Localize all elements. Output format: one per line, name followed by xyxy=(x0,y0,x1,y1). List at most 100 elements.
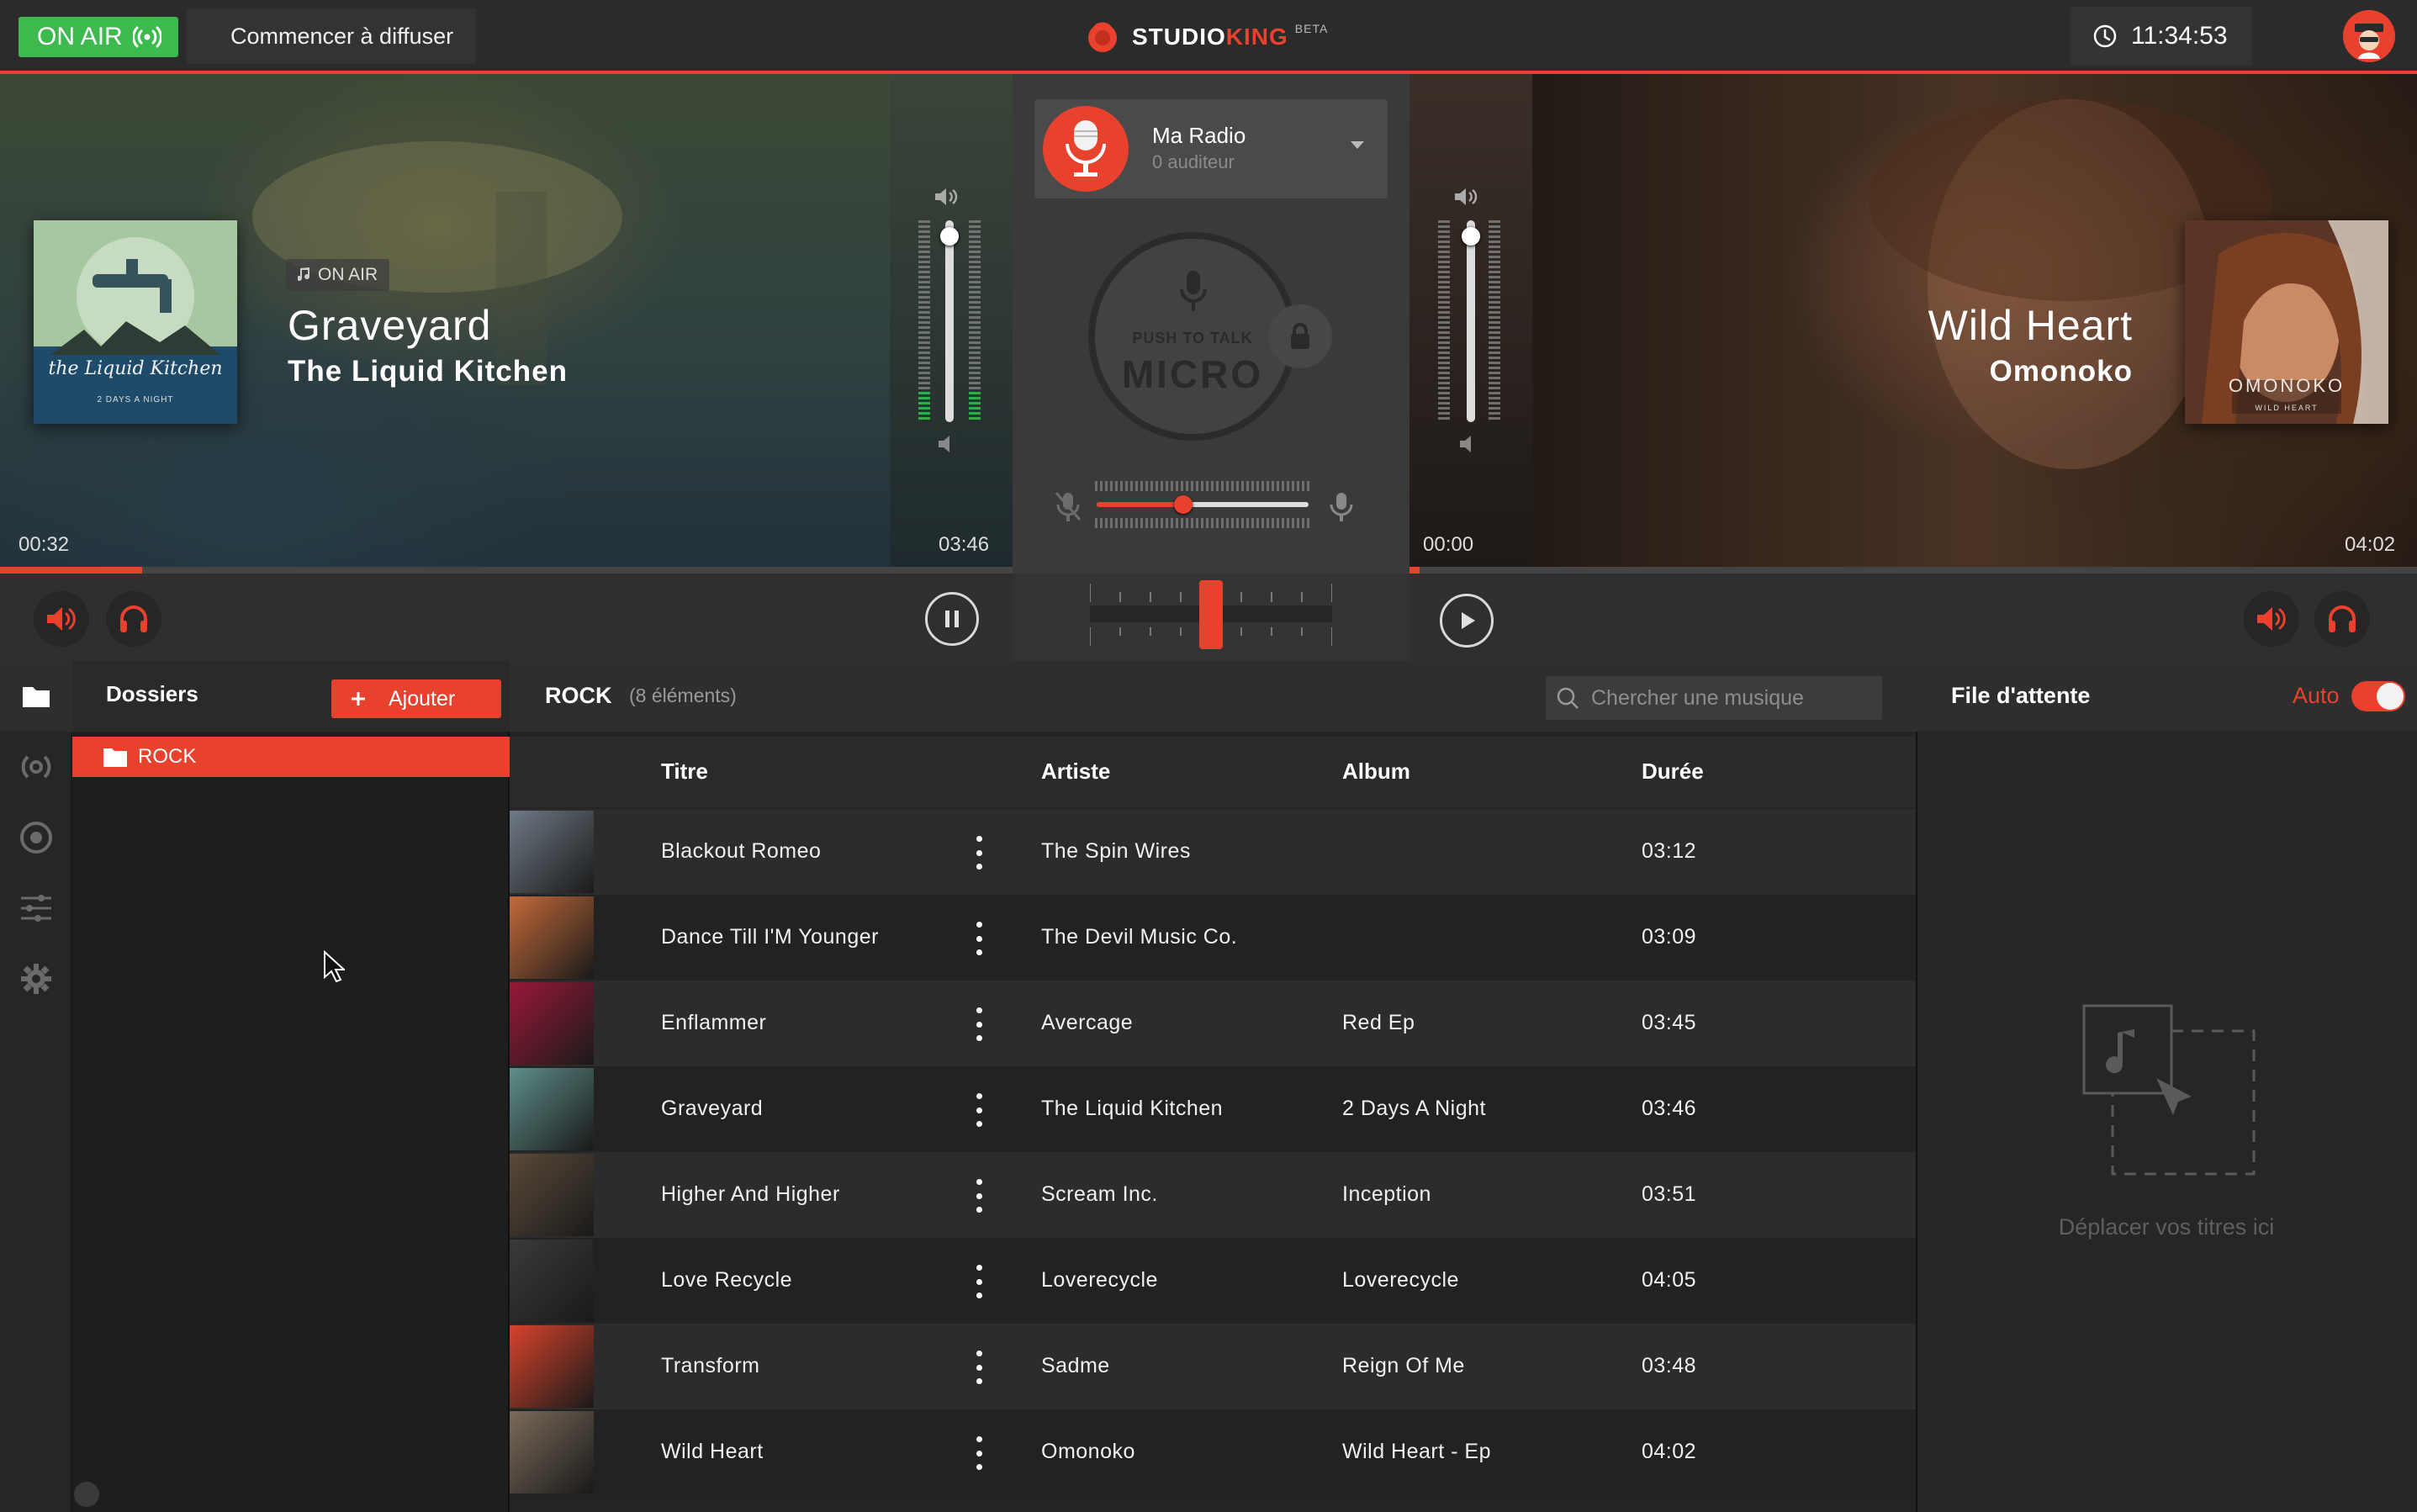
lock-icon xyxy=(1291,323,1309,349)
more-options-icon[interactable] xyxy=(971,836,987,870)
table-row[interactable]: Higher And Higher Scream Inc. Inception 03:… xyxy=(510,1152,1916,1238)
lock-button[interactable] xyxy=(1268,304,1332,368)
mic-on-icon[interactable] xyxy=(1329,489,1354,523)
chevron-down-icon[interactable] xyxy=(1351,141,1364,149)
column-album[interactable]: Album xyxy=(1342,759,1410,785)
sidebar-item-record[interactable] xyxy=(0,802,72,873)
deck-a-progress-track[interactable] xyxy=(0,567,1013,574)
deck-b-speaker-button[interactable] xyxy=(2244,591,2299,647)
deck-b-title: Wild Heart xyxy=(1928,302,2133,349)
track-duration: 04:02 xyxy=(1642,1440,1697,1463)
table-row[interactable]: Transform Sadme Reign Of Me 03:48 xyxy=(510,1324,1916,1409)
add-folder-button[interactable]: Ajouter xyxy=(331,679,501,718)
track-table-header: Titre Artiste Album Durée xyxy=(510,737,1916,807)
clock-icon xyxy=(2092,24,2118,49)
clock: 11:34:53 xyxy=(2071,7,2252,66)
column-title[interactable]: Titre xyxy=(661,759,708,785)
queue-title: File d'attente xyxy=(1951,683,2091,708)
sidebar-nav xyxy=(0,661,72,1512)
sidebar-item-folders[interactable] xyxy=(0,661,72,732)
headphones-icon xyxy=(120,605,147,632)
add-folder-label: Ajouter xyxy=(389,686,456,711)
track-cover xyxy=(510,896,594,979)
track-list-count: (8 éléments) xyxy=(629,685,737,706)
app-logo: STUDIOKING BETA xyxy=(1085,17,1328,57)
folder-item-rock[interactable]: ROCK xyxy=(72,737,510,777)
more-options-icon[interactable] xyxy=(971,1265,987,1298)
deck-b-level-meter-right xyxy=(1489,220,1500,422)
more-options-icon[interactable] xyxy=(971,1093,987,1127)
track-album: 2 Days A Night xyxy=(1342,1097,1486,1120)
logo-text: STUDIOKING xyxy=(1132,24,1288,50)
more-options-icon[interactable] xyxy=(971,1007,987,1041)
deck-a-pause-button[interactable] xyxy=(925,592,979,646)
table-row[interactable]: Graveyard The Liquid Kitchen 2 Days A Nigh… xyxy=(510,1066,1916,1152)
table-row[interactable]: Enflammer Avercage Red Ep 03:45 xyxy=(510,981,1916,1066)
more-options-icon[interactable] xyxy=(971,1351,987,1384)
more-options-icon[interactable] xyxy=(971,1436,987,1470)
clock-time: 11:34:53 xyxy=(2131,22,2228,50)
deck-b-headphones-button[interactable] xyxy=(2314,591,2370,647)
mic-gain-knob[interactable] xyxy=(1174,495,1193,514)
track-title: Dance Till I'M Younger xyxy=(661,925,879,949)
more-options-icon[interactable] xyxy=(971,922,987,955)
sidebar-item-gear[interactable] xyxy=(0,944,72,1014)
track-duration: 03:46 xyxy=(1642,1097,1697,1120)
scroll-handle[interactable] xyxy=(74,1482,99,1507)
deck-b-play-button[interactable] xyxy=(1440,594,1494,648)
folder-icon xyxy=(23,687,50,707)
track-cover xyxy=(510,1240,594,1322)
search-input[interactable] xyxy=(1589,685,1875,711)
track-title: Higher And Higher xyxy=(661,1182,840,1206)
radio-listeners: 0 auditeur xyxy=(1152,151,1235,172)
on-air-label: ON AIR xyxy=(37,23,123,50)
track-cover xyxy=(510,811,594,893)
track-duration: 03:12 xyxy=(1642,839,1697,863)
table-row[interactable]: Love Recycle Loverecycle Loverecycle 04:05 xyxy=(510,1238,1916,1324)
table-row[interactable]: Blackout Romeo The Spin Wires 03:12 xyxy=(510,809,1916,895)
more-options-icon[interactable] xyxy=(971,1179,987,1213)
on-air-badge: ON AIR xyxy=(286,259,390,291)
crossfader-knob[interactable] xyxy=(1199,580,1223,649)
sidebar-item-broadcast[interactable] xyxy=(0,732,72,802)
track-cover xyxy=(510,1154,594,1236)
column-artist[interactable]: Artiste xyxy=(1041,759,1110,785)
mic-muted-icon[interactable] xyxy=(1053,489,1083,523)
auto-toggle-knob[interactable] xyxy=(2377,683,2404,710)
deck-b-volume-knob[interactable] xyxy=(1462,227,1480,246)
track-album: Inception xyxy=(1342,1182,1431,1206)
deck-a-progress-fill xyxy=(0,567,142,574)
deck-a-time-current: 00:32 xyxy=(19,533,70,556)
column-duration[interactable]: Durée xyxy=(1642,759,1704,785)
sidebar-item-settings-sliders[interactable] xyxy=(0,873,72,944)
deck-a-speaker-button[interactable] xyxy=(34,591,89,647)
speaker-icon xyxy=(47,607,76,631)
track-artist: Scream Inc. xyxy=(1041,1182,1158,1206)
deck-a-volume-down-icon xyxy=(937,434,954,454)
deck-a-cover-text: the Liquid Kitchen xyxy=(48,358,223,379)
user-avatar[interactable] xyxy=(2343,10,2395,62)
deck-b-progress-track[interactable] xyxy=(1409,567,2417,574)
track-artist: Sadme xyxy=(1041,1354,1110,1377)
deck-b-volume-slider[interactable] xyxy=(1467,220,1475,422)
track-title: Enflammer xyxy=(661,1011,767,1034)
deck-b-artist: Omonoko xyxy=(1989,355,2133,388)
sliders-icon xyxy=(21,895,51,922)
deck-a-time-total: 03:46 xyxy=(939,533,990,556)
table-row[interactable]: Dance Till I'M Younger The Devil Music Co… xyxy=(510,895,1916,981)
deck-a-headphones-button[interactable] xyxy=(106,591,161,647)
on-air-button[interactable]: ON AIR xyxy=(19,17,178,57)
track-title: Blackout Romeo xyxy=(661,839,822,863)
mic-level-meter-top xyxy=(1095,481,1310,491)
deck-b-level-meter-left xyxy=(1438,220,1450,422)
deck-b-cover-sub: WILD HEART xyxy=(2255,404,2319,412)
deck-a-volume-slider[interactable] xyxy=(945,220,954,422)
track-artist: The Liquid Kitchen xyxy=(1041,1097,1224,1120)
deck-a-volume-knob[interactable] xyxy=(940,227,959,246)
beta-badge: BETA xyxy=(1294,22,1329,35)
start-broadcast-button[interactable]: Commencer à diffuser xyxy=(187,8,476,64)
drop-zone-icon xyxy=(2081,1002,2261,1179)
table-row[interactable]: Wild Heart Omonoko Wild Heart - Ep 04:02 xyxy=(510,1409,1916,1495)
track-artist: Loverecycle xyxy=(1041,1268,1158,1292)
folder-icon xyxy=(103,748,127,767)
